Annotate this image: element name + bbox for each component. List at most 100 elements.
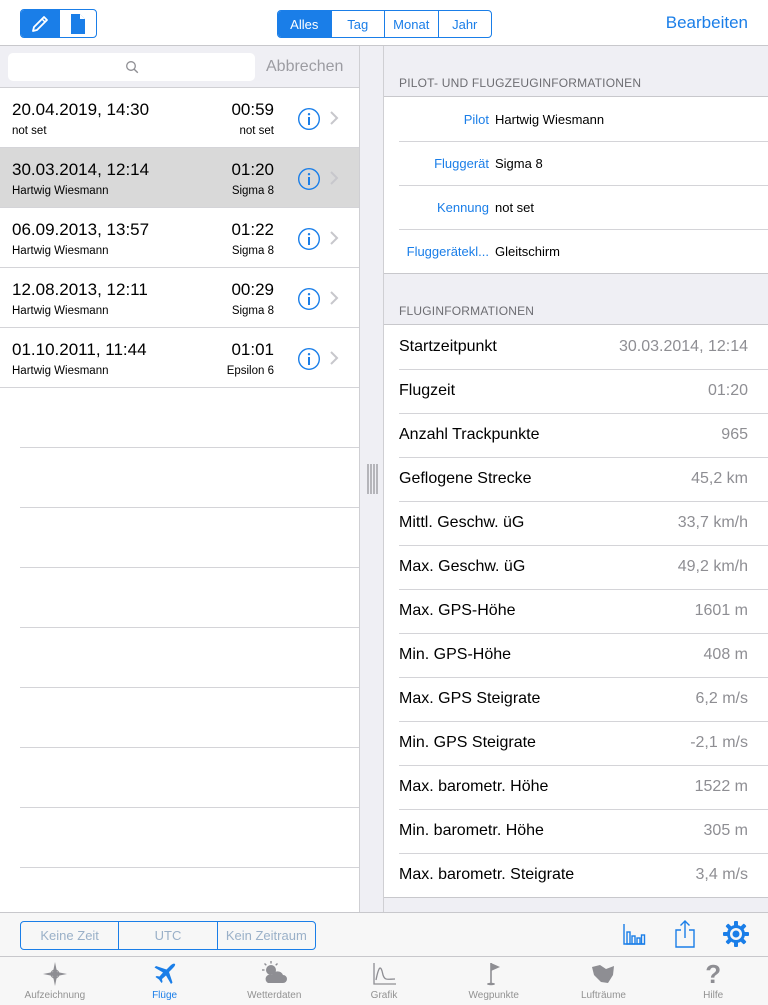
tab-label: Wetterdaten [247, 990, 302, 1001]
flight-row[interactable]: 30.03.2014, 12:14 01:20 Hartwig Wiesmann Si… [0, 148, 359, 208]
flight-info-label: Min. barometr. Höhe [399, 822, 544, 839]
weather-icon [262, 961, 288, 983]
flight-info-value: 1601 m [694, 602, 748, 619]
search-input[interactable] [8, 53, 255, 81]
chevron-right-icon [329, 290, 339, 311]
share-icon[interactable] [674, 919, 696, 949]
period-all[interactable]: Alles [278, 11, 331, 37]
tab-fluege[interactable]: Flüge [110, 957, 220, 1005]
help-icon: ? [705, 959, 722, 989]
tab-wetterdaten[interactable]: Wetterdaten [219, 957, 329, 1005]
info-icon[interactable] [297, 347, 321, 376]
time-filter-range[interactable]: Kein Zeitraum [216, 922, 315, 949]
tab-aufzeichnung[interactable]: Aufzeichnung [0, 957, 110, 1005]
flight-info-label: Max. barometr. Höhe [399, 778, 549, 795]
pilot-info-value: Hartwig Wiesmann [495, 111, 605, 127]
tab-label: Aufzeichnung [24, 990, 86, 1001]
flight-list: 20.04.2019, 14:30 00:59 not set not set 30.0… [0, 88, 359, 388]
tab-label: Hilfe [703, 990, 724, 1001]
tab-hilfe[interactable]: ? Hilfe [658, 957, 768, 1005]
info-icon[interactable] [297, 227, 321, 256]
tab-wegpunkte[interactable]: Wegpunkte [439, 957, 549, 1005]
empty-list-row [20, 448, 359, 508]
tab-label: Flüge [152, 990, 178, 1001]
flight-info-row: Max. GPS-Höhe 1601 m [384, 589, 768, 633]
pencil-mode-button[interactable] [21, 10, 59, 37]
period-month[interactable]: Monat [384, 11, 438, 37]
pilot-info-label: Fluggerätekl... [406, 243, 489, 259]
flight-list-pane: Abbrechen 20.04.2019, 14:30 00:59 not set n… [0, 46, 359, 928]
top-bar: Alles Tag Monat Jahr Bearbeiten [0, 0, 768, 46]
flight-info-value: 45,2 km [691, 470, 748, 487]
pilot-info-value: Sigma 8 [495, 155, 543, 171]
document-mode-button[interactable] [58, 10, 97, 37]
flight-info-row: Startzeitpunkt 30.03.2014, 12:14 [384, 325, 768, 369]
chevron-right-icon [329, 170, 339, 191]
flight-pilot: not set [12, 125, 47, 137]
pilot-info-row[interactable]: Fluggerätekl... Gleitschirm [384, 229, 768, 273]
time-filter-utc[interactable]: UTC [118, 922, 216, 949]
time-filter-none[interactable]: Keine Zeit [21, 922, 118, 949]
flight-date: 06.09.2013, 13:57 [12, 220, 150, 239]
flight-row[interactable]: 12.08.2013, 12:11 00:29 Hartwig Wiesmann Si… [0, 268, 359, 328]
graph-icon [373, 963, 397, 985]
split-divider[interactable] [359, 46, 384, 912]
flight-info-label: Mittl. Geschw. üG [399, 514, 525, 531]
flight-duration: 01:22 [231, 220, 274, 239]
flight-info-label: Startzeitpunkt [399, 338, 497, 355]
flight-pilot: Hartwig Wiesmann [12, 365, 109, 377]
pilot-info-value: not set [495, 199, 535, 215]
flight-row[interactable]: 20.04.2019, 14:30 00:59 not set not set [0, 88, 359, 148]
flight-info-value: 408 m [703, 646, 748, 663]
empty-list-row [20, 628, 359, 688]
empty-list-row [20, 568, 359, 628]
bottom-toolbar: Keine Zeit UTC Kein Zeitraum [0, 912, 768, 956]
drag-handle-icon[interactable] [367, 464, 378, 494]
empty-list-area [0, 388, 359, 928]
flight-info-row: Min. GPS-Höhe 408 m [384, 633, 768, 677]
pencil-icon [31, 15, 48, 32]
pilot-info-value: Gleitschirm [495, 243, 561, 259]
flight-row[interactable]: 01.10.2011, 11:44 01:01 Hartwig Wiesmann Ep… [0, 328, 359, 388]
info-icon[interactable] [297, 287, 321, 316]
flight-duration: 00:59 [231, 100, 274, 119]
pilot-section-header: PILOT- UND FLUGZEUGINFORMATIONEN [399, 76, 642, 90]
airspace-icon [592, 965, 615, 983]
time-filter: Keine Zeit UTC Kein Zeitraum [20, 921, 316, 950]
flight-date: 12.08.2013, 12:11 [12, 280, 148, 299]
empty-list-row [20, 748, 359, 808]
flight-glider: Epsilon 6 [226, 365, 274, 377]
flight-info-label: Geflogene Strecke [399, 470, 532, 487]
flight-info-label: Max. Geschw. üG [399, 558, 526, 575]
cancel-search-button[interactable]: Abbrechen [266, 58, 343, 76]
pilot-info-group: Pilot Hartwig Wiesmann Fluggerät Sigma 8 Ken… [384, 96, 768, 274]
flight-info-value: 49,2 km/h [677, 558, 748, 575]
flight-info-label: Min. GPS-Höhe [399, 646, 512, 663]
pilot-info-row[interactable]: Pilot Hartwig Wiesmann [384, 97, 768, 141]
tab-grafik[interactable]: Grafik [329, 957, 439, 1005]
pilot-info-row[interactable]: Kennung not set [384, 185, 768, 229]
period-filter: Alles Tag Monat Jahr [277, 10, 492, 38]
period-year[interactable]: Jahr [437, 11, 492, 37]
pilot-info-row[interactable]: Fluggerät Sigma 8 [384, 141, 768, 185]
pilot-info-label: Fluggerät [434, 155, 489, 171]
flag-icon [486, 963, 500, 986]
flight-glider: Sigma 8 [231, 185, 274, 197]
edit-button[interactable]: Bearbeiten [666, 13, 748, 33]
flight-info-label: Flugzeit [399, 382, 456, 399]
airplane-icon [154, 963, 175, 984]
flight-date: 30.03.2014, 12:14 [12, 160, 150, 179]
tab-luftraeume[interactable]: Lufträume [549, 957, 659, 1005]
pilot-info-label: Kennung [436, 199, 489, 215]
info-icon[interactable] [297, 167, 321, 196]
flight-info-label: Anzahl Trackpunkte [399, 426, 540, 443]
period-day[interactable]: Tag [330, 11, 385, 37]
edit-mode-toggle [20, 9, 97, 38]
flight-row[interactable]: 06.09.2013, 13:57 01:22 Hartwig Wiesmann Si… [0, 208, 359, 268]
info-icon[interactable] [297, 107, 321, 136]
flight-duration: 01:01 [231, 340, 274, 359]
bar-chart-icon[interactable] [622, 922, 646, 948]
flight-section-header: FLUGINFORMATIONEN [399, 304, 535, 318]
flight-info-value: -2,1 m/s [690, 734, 748, 751]
settings-gear-icon[interactable] [722, 920, 750, 948]
